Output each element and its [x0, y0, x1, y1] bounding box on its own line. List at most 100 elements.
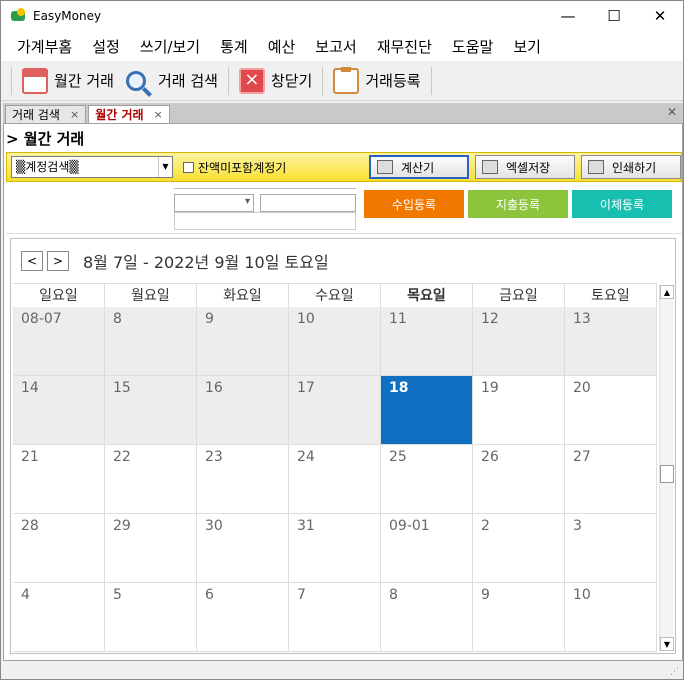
menu-statistics[interactable]: 통계	[210, 36, 258, 57]
expense-register-button[interactable]: 지출등록	[468, 190, 568, 218]
minimize-button[interactable]: —	[545, 1, 591, 31]
maximize-button[interactable]: ☐	[591, 1, 637, 31]
document-tabstrip: 거래 검색 × 월간 거래 × ✕	[3, 103, 683, 123]
calendar-day[interactable]: 20	[565, 376, 657, 445]
calendar-scrollbar[interactable]: ▲ ▼	[659, 285, 674, 651]
calendar-day[interactable]: 8	[381, 583, 473, 652]
chevron-down-icon[interactable]: ▼	[158, 157, 172, 177]
calendar-day[interactable]: 10	[565, 583, 657, 652]
calendar-day[interactable]: 13	[565, 307, 657, 376]
calendar-day[interactable]: 31	[289, 514, 381, 583]
app-logo-icon	[11, 8, 25, 21]
action-row: 수입등록 지출등록 이체등록	[6, 184, 682, 234]
weekday-mon: 월요일	[105, 284, 197, 307]
toolbar-separator	[430, 66, 432, 95]
toolbar-separator	[227, 66, 229, 95]
close-window-button[interactable]: × 창닫기	[233, 65, 318, 97]
scroll-up-icon[interactable]: ▲	[660, 285, 674, 299]
filter-field-2[interactable]	[174, 212, 356, 230]
calendar-day[interactable]: 19	[473, 376, 565, 445]
resize-grip-icon[interactable]: ⋰	[670, 667, 679, 677]
menu-budget[interactable]: 예산	[258, 36, 306, 57]
filter-combo[interactable]	[174, 194, 254, 212]
account-search-combo[interactable]: ▒계정검색▒ ▼	[11, 156, 173, 178]
calculator-icon	[377, 160, 393, 174]
close-button[interactable]: ✕	[637, 1, 683, 31]
calendar-day[interactable]: 25	[381, 445, 473, 514]
printer-icon	[588, 160, 604, 174]
menu-help[interactable]: 도움말	[442, 36, 503, 57]
tab-transaction-search[interactable]: 거래 검색 ×	[5, 105, 87, 123]
calendar-day[interactable]: 4	[13, 583, 105, 652]
calendar-day[interactable]: 26	[473, 445, 565, 514]
title-bar: EasyMoney — ☐ ✕	[1, 1, 683, 31]
calendar-day[interactable]: 7	[289, 583, 381, 652]
transaction-search-button[interactable]: 거래 검색	[120, 65, 224, 97]
calendar-day[interactable]: 6	[197, 583, 289, 652]
close-window-label: 창닫기	[270, 72, 313, 90]
calendar-day[interactable]: 9	[473, 583, 565, 652]
calendar-day[interactable]: 17	[289, 376, 381, 445]
calendar-day[interactable]: 22	[105, 445, 197, 514]
calendar-day[interactable]: 11	[381, 307, 473, 376]
excel-save-label: 엑셀저장	[506, 160, 551, 175]
filter-input[interactable]	[260, 194, 356, 212]
transfer-register-button[interactable]: 이체등록	[572, 190, 672, 218]
calendar-day[interactable]: 15	[105, 376, 197, 445]
calendar-grid: 일요일 월요일 화요일 수요일 목요일 금요일 토요일 08-07 8 9 10…	[13, 283, 657, 652]
calendar-day[interactable]: 8	[105, 307, 197, 376]
calendar-week: 21 22 23 24 25 26 27	[13, 445, 657, 514]
calendar-day-today[interactable]: 18	[381, 376, 473, 445]
calendar-day[interactable]: 29	[105, 514, 197, 583]
calendar-day[interactable]: 08-07	[13, 307, 105, 376]
tab-close-icon[interactable]: ×	[154, 108, 163, 121]
calendar-week: 14 15 16 17 18 19 20	[13, 376, 657, 445]
calendar-week: 4 5 6 7 8 9 10	[13, 583, 657, 652]
calendar-day[interactable]: 28	[13, 514, 105, 583]
calendar-day[interactable]: 30	[197, 514, 289, 583]
toolbar-separator	[322, 66, 324, 95]
menu-finance-diagnosis[interactable]: 재무진단	[367, 36, 442, 57]
calendar-day[interactable]: 12	[473, 307, 565, 376]
calendar-day[interactable]: 2	[473, 514, 565, 583]
divider	[174, 188, 356, 189]
monthly-transactions-button[interactable]: 월간 거래	[16, 65, 120, 97]
calendar-day[interactable]: 21	[13, 445, 105, 514]
tab-close-icon[interactable]: ×	[70, 108, 79, 121]
calendar-day[interactable]: 27	[565, 445, 657, 514]
app-window: EasyMoney — ☐ ✕ 가계부홈 설정 쓰기/보기 통계 예산 보고서 …	[0, 0, 684, 680]
menu-home[interactable]: 가계부홈	[7, 36, 82, 57]
scroll-down-icon[interactable]: ▼	[660, 637, 674, 651]
search-icon	[125, 70, 146, 91]
menu-write-view[interactable]: 쓰기/보기	[130, 36, 210, 57]
weekday-sun: 일요일	[13, 284, 105, 307]
calendar-day[interactable]: 10	[289, 307, 381, 376]
calendar-day[interactable]: 24	[289, 445, 381, 514]
menu-settings[interactable]: 설정	[82, 36, 130, 57]
next-month-button[interactable]: >	[47, 251, 69, 271]
prev-month-button[interactable]: <	[21, 251, 43, 271]
calendar-day[interactable]: 14	[13, 376, 105, 445]
exclude-balance-checkbox[interactable]	[183, 161, 194, 173]
excel-save-button[interactable]: 엑셀저장	[475, 155, 575, 179]
tab-monthly-transactions[interactable]: 월간 거래 ×	[88, 105, 170, 123]
calendar-day[interactable]: 3	[565, 514, 657, 583]
menu-view[interactable]: 보기	[503, 36, 551, 57]
print-label: 인쇄하기	[612, 160, 657, 175]
menu-report[interactable]: 보고서	[305, 36, 366, 57]
calendar-day[interactable]: 5	[105, 583, 197, 652]
panel-close-icon[interactable]: ✕	[667, 105, 677, 119]
register-transaction-button[interactable]: 거래등록	[327, 65, 426, 97]
calendar-day[interactable]: 23	[197, 445, 289, 514]
calendar-nav: < > 8월 7일 - 2022년 9월 10일 토요일	[21, 249, 329, 273]
scroll-thumb[interactable]	[660, 465, 674, 483]
income-register-button[interactable]: 수입등록	[364, 190, 464, 218]
exclude-balance-label: 잔액미포함계정기	[198, 160, 287, 175]
calendar-day[interactable]: 09-01	[381, 514, 473, 583]
print-button[interactable]: 인쇄하기	[581, 155, 681, 179]
calculator-button[interactable]: 계산기	[369, 155, 469, 179]
calendar-day[interactable]: 16	[197, 376, 289, 445]
register-transaction-label: 거래등록	[365, 72, 421, 90]
weekday-header: 일요일 월요일 화요일 수요일 목요일 금요일 토요일	[13, 283, 657, 307]
calendar-day[interactable]: 9	[197, 307, 289, 376]
